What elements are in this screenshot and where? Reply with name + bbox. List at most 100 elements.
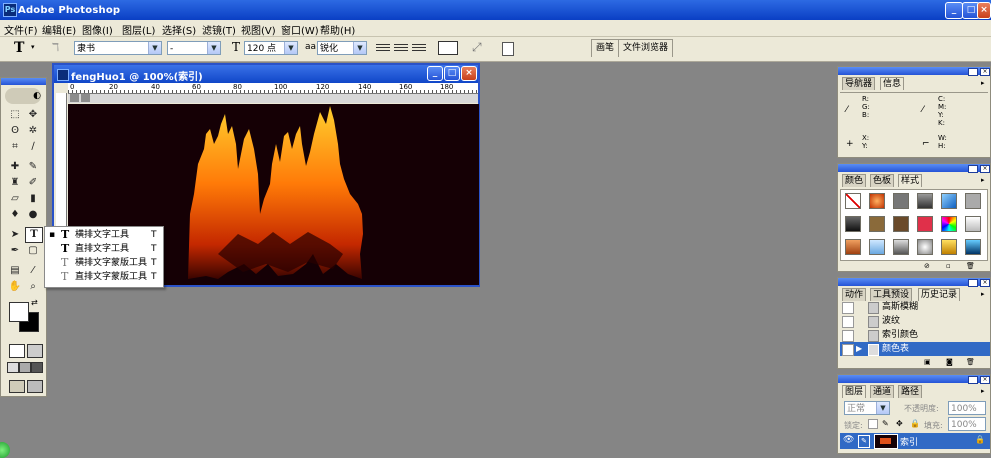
clear-style-icon[interactable]: ⊘: [924, 262, 930, 270]
panel-close-button[interactable]: ×: [980, 376, 990, 384]
tab-layers[interactable]: 图层: [842, 385, 867, 398]
palettes-toggle-icon[interactable]: [502, 42, 514, 56]
panel-menu-arrow-icon[interactable]: ▸: [981, 79, 985, 87]
lasso-tool-icon[interactable]: ʘ: [7, 124, 23, 138]
shape-tool-icon[interactable]: ▢: [25, 244, 41, 258]
antialias-select[interactable]: 锐化 ▼: [317, 41, 367, 55]
path-selection-tool-icon[interactable]: ➤: [7, 228, 23, 242]
document-title-bar[interactable]: fengHuo1 @ 100%(索引) _ □ ×: [54, 65, 478, 83]
flyout-item-horizontal-type[interactable]: ▪ T 横排文字工具 T: [45, 228, 163, 242]
lock-all-icon[interactable]: 🔒: [910, 419, 920, 428]
new-document-from-state-icon[interactable]: ▣: [924, 358, 931, 366]
font-size-select[interactable]: 120 点 ▼: [244, 41, 298, 55]
align-center-icon[interactable]: [394, 44, 408, 53]
doc-minimize-button[interactable]: _: [427, 66, 443, 81]
menu-select[interactable]: 选择(S): [162, 22, 196, 37]
menu-image[interactable]: 图像(I): [82, 22, 113, 37]
eyedropper-tool-icon[interactable]: ⁄: [25, 264, 41, 278]
lock-move-icon[interactable]: ✥: [896, 419, 903, 428]
brushes-well-tab[interactable]: 画笔: [591, 39, 620, 57]
history-item-selected[interactable]: ▶ 颜色表: [840, 342, 990, 356]
text-orientation-icon[interactable]: ℸ: [52, 41, 59, 54]
clone-stamp-tool-icon[interactable]: ♜: [7, 176, 23, 190]
blend-mode-select[interactable]: 正常 ▼: [844, 401, 890, 415]
lock-transparency-checkbox[interactable]: [868, 419, 878, 429]
style-swatch[interactable]: [941, 239, 957, 255]
style-swatch[interactable]: [965, 193, 981, 209]
file-browser-well-tab[interactable]: 文件浏览器: [618, 39, 674, 57]
healing-brush-tool-icon[interactable]: ✚: [7, 160, 23, 174]
style-swatch[interactable]: [965, 216, 981, 232]
move-tool-icon[interactable]: ✥: [25, 108, 41, 122]
adobe-online-icon[interactable]: ◐: [5, 88, 41, 104]
panel-menu-arrow-icon[interactable]: ▸: [981, 387, 985, 395]
eraser-tool-icon[interactable]: ▱: [7, 192, 23, 206]
style-swatch[interactable]: [869, 239, 885, 255]
flyout-item-vertical-type-mask[interactable]: T 直排文字蒙版工具 T: [45, 270, 163, 284]
flyout-item-vertical-type[interactable]: T 直排文字工具 T: [45, 242, 163, 256]
style-swatch[interactable]: [941, 216, 957, 232]
tab-navigator[interactable]: 导航器: [842, 77, 876, 90]
panel-minimize-button[interactable]: [968, 68, 978, 76]
tab-styles[interactable]: 样式: [898, 174, 923, 187]
menu-layer[interactable]: 图层(L): [122, 22, 155, 37]
style-swatch[interactable]: [893, 193, 909, 209]
menu-view[interactable]: 视图(V): [241, 22, 276, 37]
menu-window[interactable]: 窗口(W): [281, 22, 319, 37]
foreground-color-swatch[interactable]: [9, 302, 29, 322]
tab-paths[interactable]: 路径: [898, 385, 923, 398]
tool-preset-chevron-icon[interactable]: ▾: [31, 43, 35, 51]
menu-help[interactable]: 帮助(H): [320, 22, 355, 37]
flyout-item-horizontal-type-mask[interactable]: T 横排文字蒙版工具 T: [45, 256, 163, 270]
brush-link-icon[interactable]: ✎: [858, 435, 870, 448]
full-screen-mode-icon[interactable]: [31, 362, 43, 373]
hand-tool-icon[interactable]: ✋: [7, 280, 23, 294]
tab-channels[interactable]: 通道: [870, 385, 895, 398]
slice-tool-icon[interactable]: ∕: [25, 140, 41, 154]
doc-close-button[interactable]: ×: [461, 66, 477, 81]
history-item[interactable]: 高斯模糊: [840, 300, 990, 314]
history-item[interactable]: 索引颜色: [840, 328, 990, 342]
panel-close-button[interactable]: ×: [980, 68, 990, 76]
style-swatch[interactable]: [917, 216, 933, 232]
history-source-checkbox[interactable]: [842, 330, 854, 342]
zoom-tool-icon[interactable]: ⌕: [25, 280, 41, 294]
style-swatch[interactable]: [845, 239, 861, 255]
minimize-button[interactable]: _: [945, 2, 963, 19]
close-button[interactable]: ×: [977, 2, 991, 19]
panel-close-button[interactable]: ×: [980, 165, 990, 173]
quick-mask-mode-icon[interactable]: [27, 344, 43, 358]
history-source-checkbox[interactable]: [842, 302, 854, 314]
menu-edit[interactable]: 编辑(E): [42, 22, 76, 37]
history-brush-tool-icon[interactable]: ✐: [25, 176, 41, 190]
align-left-icon[interactable]: [376, 44, 390, 53]
style-swatch[interactable]: [893, 216, 909, 232]
full-screen-menu-mode-icon[interactable]: [19, 362, 31, 373]
warp-text-icon[interactable]: ⤢: [472, 40, 482, 55]
eye-icon[interactable]: 👁: [843, 435, 854, 445]
jump-to-imageready-icon[interactable]: [9, 380, 25, 393]
delete-style-icon[interactable]: 🗑: [966, 262, 975, 270]
tab-info[interactable]: 信息: [880, 77, 905, 90]
snapshot-icon[interactable]: ◙: [946, 358, 953, 366]
swap-colors-icon[interactable]: ⇄: [31, 298, 38, 307]
panel-close-button[interactable]: ×: [980, 279, 990, 287]
font-style-select[interactable]: - ▼: [167, 41, 221, 55]
gradient-tool-icon[interactable]: ▮: [25, 192, 41, 206]
menu-file[interactable]: 文件(F): [4, 22, 38, 37]
magic-wand-tool-icon[interactable]: ✲: [25, 124, 41, 138]
delete-state-icon[interactable]: 🗑: [966, 358, 975, 366]
history-source-checkbox[interactable]: [842, 316, 854, 328]
style-swatch-none[interactable]: [845, 193, 861, 209]
marquee-tool-icon[interactable]: ⬚: [7, 108, 23, 122]
style-swatch[interactable]: [869, 193, 885, 209]
panel-minimize-button[interactable]: [968, 279, 978, 287]
type-tool-icon[interactable]: T: [25, 227, 43, 243]
menu-filter[interactable]: 滤镜(T): [202, 22, 236, 37]
history-source-checkbox[interactable]: [842, 344, 854, 356]
blur-tool-icon[interactable]: ♦: [7, 208, 23, 222]
panel-minimize-button[interactable]: [968, 376, 978, 384]
imageready-icon[interactable]: [27, 380, 43, 393]
text-color-swatch[interactable]: [438, 41, 458, 55]
standard-screen-mode-icon[interactable]: [7, 362, 19, 373]
